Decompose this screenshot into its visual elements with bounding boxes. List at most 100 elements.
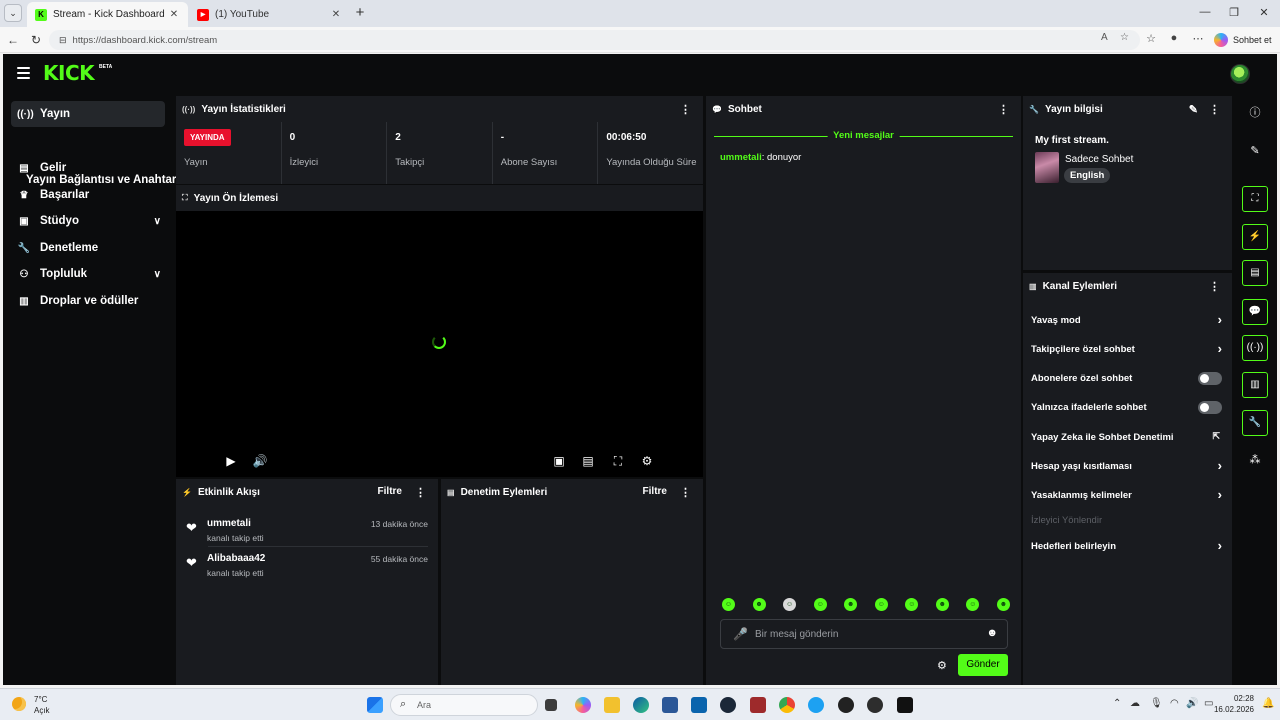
more-icon[interactable]: ⋮ xyxy=(680,486,691,499)
account-age-item[interactable]: Hesap yaşı kısıtlaması › xyxy=(1031,455,1224,477)
wifi-icon[interactable]: ◠ xyxy=(1170,698,1179,709)
filter-button[interactable]: Filtre xyxy=(643,486,667,497)
emote-icon[interactable]: ☺ xyxy=(905,598,919,611)
emotes-only-toggle[interactable] xyxy=(1198,401,1222,414)
tab-kick-dashboard[interactable]: K Stream - Kick Dashboard ✕ xyxy=(27,2,188,27)
back-icon[interactable]: ← xyxy=(5,32,21,48)
ai-moderation-item[interactable]: Yapay Zeka ile Sohbet Denetimi ⇱ xyxy=(1031,426,1224,448)
emote-icon[interactable]: ☻ xyxy=(844,598,858,611)
edit-pencil-icon[interactable]: ✎ xyxy=(1189,103,1198,116)
sidebar-item-gelir[interactable]: ▤ Gelir xyxy=(11,155,165,181)
sidebar-item-droplar[interactable]: ▥ Droplar ve ödüller xyxy=(11,288,165,314)
refresh-icon[interactable]: ↻ xyxy=(28,32,44,48)
site-info-icon[interactable]: ⊟ xyxy=(59,35,67,46)
menu-icon[interactable] xyxy=(17,67,30,79)
start-icon[interactable] xyxy=(367,697,383,713)
more-icon[interactable]: ⋮ xyxy=(1209,103,1220,116)
more-icon[interactable]: ⋮ xyxy=(998,103,1009,116)
emote-icon[interactable]: ☻ xyxy=(996,598,1010,611)
more-options-icon[interactable]: ⋯ xyxy=(1190,32,1206,45)
browser-app-icon[interactable] xyxy=(808,697,824,713)
obs-icon[interactable] xyxy=(867,697,883,713)
copilot-button[interactable]: Sohbet et xyxy=(1214,31,1272,49)
followers-only-item[interactable]: Takipçilere özel sohbet › xyxy=(1031,338,1224,360)
outlook-icon[interactable] xyxy=(691,697,707,713)
chrome-icon[interactable] xyxy=(779,697,795,713)
emote-icon[interactable]: ☺ xyxy=(813,598,827,611)
emote-icon[interactable]: ☺ xyxy=(966,598,980,611)
store-icon[interactable] xyxy=(662,697,678,713)
capcut-icon[interactable] xyxy=(897,697,913,713)
tray-expand-icon[interactable]: ⌃ xyxy=(1113,698,1121,709)
video-player[interactable]: ▶ 🔊 ▣ ▤ ⛶ ⚙ xyxy=(176,211,703,477)
cloud-icon[interactable]: ☁ xyxy=(1130,698,1140,709)
settings-gear-icon[interactable]: ⚙ xyxy=(639,454,655,468)
close-tab-icon[interactable]: ✕ xyxy=(330,9,342,20)
pip-icon[interactable]: ▣ xyxy=(551,454,567,468)
play-icon[interactable]: ▶ xyxy=(223,454,239,468)
fullscreen-icon[interactable]: ⛶ xyxy=(610,454,626,469)
taskbar-search[interactable]: ⌕ Ara xyxy=(390,694,538,716)
send-button[interactable]: Gönder xyxy=(958,654,1008,676)
minimize-icon[interactable]: — xyxy=(1197,6,1213,18)
copilot-app-icon[interactable] xyxy=(575,697,591,713)
app-icon[interactable] xyxy=(838,697,854,713)
emote-icon[interactable]: ☺ xyxy=(874,598,888,611)
read-aloud-icon[interactable]: A xyxy=(1101,32,1108,43)
file-explorer-icon[interactable] xyxy=(604,697,620,713)
emoji-icon[interactable]: ☻ xyxy=(986,627,998,639)
address-bar[interactable]: ⊟ https://dashboard.kick.com/stream A ☆ xyxy=(49,30,1140,50)
microphone-icon[interactable]: 🎤 xyxy=(733,627,748,641)
slow-mode-item[interactable]: Yavaş mod › xyxy=(1031,309,1224,331)
wrench-icon[interactable]: 🔧 xyxy=(1242,410,1268,436)
new-tab-icon[interactable]: + xyxy=(352,5,368,21)
chat-settings-icon[interactable]: ⚙ xyxy=(937,659,947,672)
follower-name[interactable]: Alibabaaa42 xyxy=(207,553,265,564)
close-tab-icon[interactable]: ✕ xyxy=(168,9,180,20)
sidebar-item-basarilar[interactable]: ♛ Başarılar xyxy=(11,182,165,208)
profile-icon[interactable]: ● xyxy=(1166,32,1182,44)
tab-youtube[interactable]: ▶ (1) YouTube ✕ xyxy=(189,2,350,27)
subscribers-only-toggle[interactable] xyxy=(1198,372,1222,385)
banned-words-item[interactable]: Yasaklanmış kelimeler › xyxy=(1031,484,1224,506)
sidebar-item-denetleme[interactable]: 🔧 Denetleme xyxy=(11,235,165,261)
kick-logo[interactable]: KICK xyxy=(43,63,95,83)
emote-icon[interactable]: ☻ xyxy=(935,598,949,611)
widgets-icon[interactable]: ⁂ xyxy=(1242,447,1268,473)
notifications-icon[interactable]: 🔔 xyxy=(1262,698,1274,709)
task-view-icon[interactable] xyxy=(545,699,557,711)
document-icon[interactable]: ▤ xyxy=(1242,260,1268,286)
steam-icon[interactable] xyxy=(720,697,736,713)
info-icon[interactable]: ⓘ xyxy=(1242,100,1268,126)
restore-icon[interactable]: ❐ xyxy=(1226,6,1242,19)
sidebar-item-studyo[interactable]: ▣ Stüdyo ∨ xyxy=(11,208,165,234)
emote-icon[interactable]: ☺ xyxy=(722,598,735,611)
favorite-star-icon[interactable]: ☆ xyxy=(1120,32,1129,43)
edit-pencil-icon[interactable]: ✎ xyxy=(1242,138,1268,164)
set-goals-item[interactable]: Hedefleri belirleyin › xyxy=(1031,535,1224,557)
app-icon[interactable] xyxy=(750,697,766,713)
chat-input[interactable]: 🎤 Bir mesaj gönderin ☻ xyxy=(720,619,1008,649)
more-icon[interactable]: ⋮ xyxy=(415,486,426,499)
sidebar-item-yayin[interactable]: ((·)) Yayın xyxy=(11,101,165,127)
close-window-icon[interactable]: ✕ xyxy=(1256,6,1272,19)
edge-icon[interactable] xyxy=(633,697,649,713)
lightning-icon[interactable]: ⚡ xyxy=(1242,224,1268,250)
microphone-icon[interactable]: 🎙 xyxy=(1150,698,1163,709)
system-clock[interactable]: 02:28 16.02.2026 xyxy=(1200,693,1254,715)
volume-icon[interactable]: 🔊 xyxy=(252,454,268,468)
chat-username[interactable]: ummetali xyxy=(720,152,762,163)
favorites-icon[interactable]: ☆ xyxy=(1143,32,1159,45)
user-avatar[interactable] xyxy=(1230,64,1250,84)
emote-icon[interactable]: ☺ xyxy=(783,598,797,611)
filter-button[interactable]: Filtre xyxy=(378,486,402,497)
emote-icon[interactable]: ☻ xyxy=(752,598,766,611)
volume-icon[interactable]: 🔊 xyxy=(1186,698,1198,709)
broadcast-icon[interactable]: ((·)) xyxy=(1242,335,1268,361)
preview-widget-icon[interactable]: ⛶ xyxy=(1242,186,1268,212)
follower-name[interactable]: ummetali xyxy=(207,518,251,529)
more-icon[interactable]: ⋮ xyxy=(1209,280,1220,293)
chat-icon[interactable]: 💬 xyxy=(1242,299,1268,325)
theater-icon[interactable]: ▤ xyxy=(580,454,596,468)
channel-icon[interactable]: ▥ xyxy=(1242,372,1268,398)
